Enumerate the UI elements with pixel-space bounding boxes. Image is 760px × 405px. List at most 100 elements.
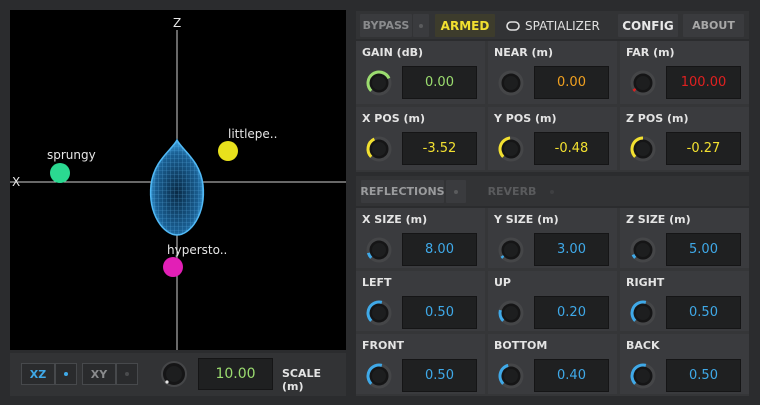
- left-value[interactable]: 0.50: [402, 296, 477, 329]
- scale-value[interactable]: 10.00: [198, 358, 273, 390]
- listener-head-icon: [149, 138, 205, 236]
- y-size-cell: Y SIZE (m) 3.00: [488, 208, 617, 268]
- knob-dial-icon: [630, 300, 656, 326]
- spatializer-toggle-icon: [506, 20, 520, 31]
- reverb-toggle[interactable]: [544, 180, 560, 203]
- knob-dial-icon: [630, 363, 656, 389]
- gain-label: GAIN (dB): [362, 46, 423, 59]
- bypass-indicator-dot: [419, 23, 423, 28]
- spatial-view[interactable]: Z X sprungy littlepe.. hypersto..: [10, 10, 346, 350]
- reflections-toggle[interactable]: [446, 180, 466, 203]
- knob-arc: [632, 88, 637, 92]
- far-cell: FAR (m) 100.00: [620, 41, 749, 104]
- reverb-button[interactable]: REVERB: [481, 180, 543, 203]
- xy-indicator-dot: [125, 372, 129, 376]
- near-cell: NEAR (m) 0.00: [488, 41, 617, 104]
- up-knob[interactable]: [497, 299, 525, 327]
- knob-dial-icon: [366, 237, 392, 263]
- source-label-hypersto: hypersto..: [167, 243, 228, 257]
- x-size-knob[interactable]: [365, 236, 393, 264]
- back-knob[interactable]: [629, 362, 657, 390]
- y-pos-cell: Y POS (m) -0.48: [488, 107, 617, 170]
- far-knob[interactable]: [629, 69, 657, 97]
- far-label: FAR (m): [626, 46, 675, 59]
- back-label: BACK: [626, 339, 660, 352]
- xy-view-button[interactable]: XY: [82, 363, 116, 385]
- source-dot-sprungy[interactable]: [50, 163, 70, 183]
- reflections-indicator-dot: [454, 189, 458, 194]
- source-label-sprungy: sprungy: [47, 148, 96, 162]
- knob-dial-icon: [498, 300, 524, 326]
- back-value[interactable]: 0.50: [666, 359, 741, 392]
- x-size-label: X SIZE (m): [362, 213, 428, 226]
- xz-view-button[interactable]: XZ: [21, 363, 55, 385]
- config-button[interactable]: CONFIG: [618, 14, 678, 37]
- bottom-label: BOTTOM: [494, 339, 548, 352]
- xy-view-toggle[interactable]: [116, 363, 138, 385]
- reflections-button[interactable]: REFLECTIONS: [360, 180, 445, 203]
- spatializer-tab[interactable]: SPATIALIZER: [506, 14, 606, 37]
- scale-label: SCALE (m): [282, 367, 322, 393]
- knob-dial-icon: [498, 363, 524, 389]
- x-axis-label: X: [12, 175, 21, 189]
- armed-button[interactable]: ARMED: [435, 14, 495, 37]
- knob-dial-icon: [366, 363, 392, 389]
- x-size-cell: X SIZE (m) 8.00: [356, 208, 485, 268]
- y-size-knob[interactable]: [497, 236, 525, 264]
- up-value[interactable]: 0.20: [534, 296, 609, 329]
- up-label: UP: [494, 276, 511, 289]
- knob-dial-icon: [366, 136, 392, 162]
- left-knob[interactable]: [365, 299, 393, 327]
- knob-arc: [500, 255, 505, 259]
- source-dot-littlepe[interactable]: [218, 141, 238, 161]
- bypass-button[interactable]: BYPASS: [360, 14, 412, 37]
- right-knob[interactable]: [629, 299, 657, 327]
- y-pos-label: Y POS (m): [494, 112, 557, 125]
- bottom-value[interactable]: 0.40: [534, 359, 609, 392]
- front-knob[interactable]: [365, 362, 393, 390]
- knob-dial-icon: [630, 136, 656, 162]
- knob-arc: [631, 253, 637, 259]
- z-axis-label: Z: [173, 16, 182, 30]
- source-label-littlepe: littlepe..: [228, 127, 278, 141]
- reflections-bar: REFLECTIONS REVERB: [356, 176, 749, 206]
- source-dot-hypersto[interactable]: [163, 257, 183, 277]
- reverb-indicator-dot: [550, 189, 554, 194]
- y-pos-knob[interactable]: [497, 135, 525, 163]
- z-pos-value[interactable]: -0.27: [666, 132, 741, 165]
- knob-dial-icon: [630, 70, 656, 96]
- near-label: NEAR (m): [494, 46, 554, 59]
- right-value[interactable]: 0.50: [666, 296, 741, 329]
- knob-dial-icon: [630, 237, 656, 263]
- near-value[interactable]: 0.00: [534, 66, 609, 99]
- x-pos-knob[interactable]: [365, 135, 393, 163]
- y-size-value[interactable]: 3.00: [534, 233, 609, 266]
- gain-knob[interactable]: [365, 69, 393, 97]
- gain-cell: GAIN (dB) 0.00: [356, 41, 485, 104]
- x-pos-label: X POS (m): [362, 112, 425, 125]
- left-label: LEFT: [362, 276, 392, 289]
- near-knob[interactable]: [497, 69, 525, 97]
- gain-value[interactable]: 0.00: [402, 66, 477, 99]
- z-pos-label: Z POS (m): [626, 112, 689, 125]
- y-pos-value[interactable]: -0.48: [534, 132, 609, 165]
- z-size-value[interactable]: 5.00: [666, 233, 741, 266]
- bypass-toggle[interactable]: [413, 14, 429, 37]
- bottom-knob[interactable]: [497, 362, 525, 390]
- knob-dial-icon: [366, 70, 392, 96]
- far-value[interactable]: 100.00: [666, 66, 741, 99]
- about-button[interactable]: ABOUT: [683, 14, 744, 37]
- top-bar: BYPASS ARMED SPATIALIZER CONFIG ABOUT: [356, 11, 749, 39]
- z-pos-knob[interactable]: [629, 135, 657, 163]
- z-size-knob[interactable]: [629, 236, 657, 264]
- xz-view-toggle[interactable]: [55, 363, 77, 385]
- scale-knob[interactable]: [160, 360, 188, 388]
- knob-dial-icon: [161, 361, 187, 387]
- x-size-value[interactable]: 8.00: [402, 233, 477, 266]
- front-label: FRONT: [362, 339, 405, 352]
- up-cell: UP 0.20: [488, 271, 617, 331]
- right-label: RIGHT: [626, 276, 665, 289]
- x-pos-value[interactable]: -3.52: [402, 132, 477, 165]
- knob-dial-icon: [498, 136, 524, 162]
- front-value[interactable]: 0.50: [402, 359, 477, 392]
